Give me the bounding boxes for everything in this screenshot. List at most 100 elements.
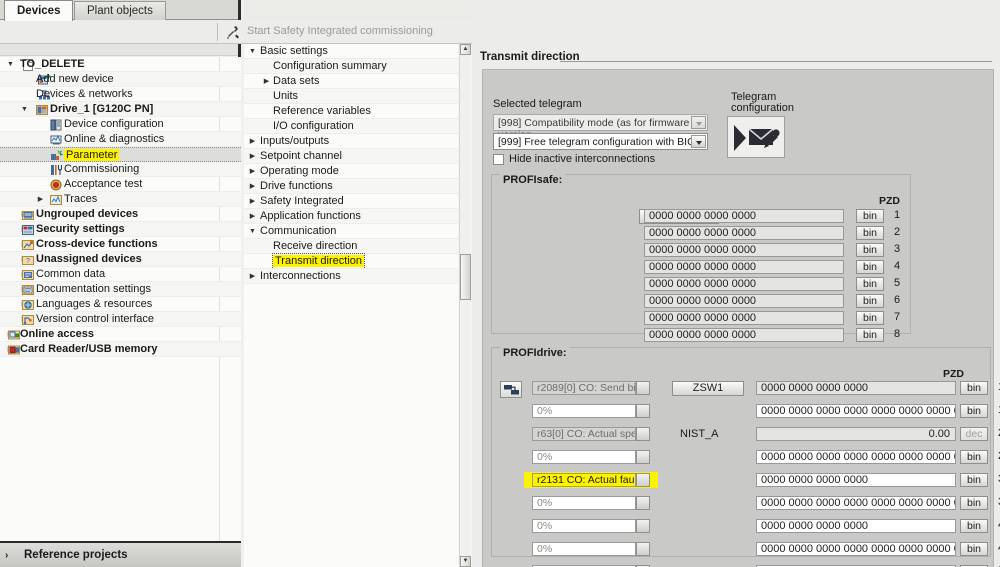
nav-item-basic-settings[interactable]: ▼ Basic settings (244, 44, 458, 59)
profidrive-value-field[interactable]: 0000 0000 0000 0000 (756, 519, 956, 533)
profidrive-value-field[interactable]: 0000 0000 0000 0000 0000 0000 0000 0000 (756, 450, 956, 464)
nav-item-interconnections[interactable]: ▶ Interconnections (244, 269, 458, 284)
profidrive-source-browse-button[interactable] (636, 519, 650, 533)
chevron-right-icon[interactable]: ▶ (248, 134, 257, 150)
parameter-nav-list[interactable]: ▼ Basic settings Configuration summary ▶ Dat… (244, 44, 458, 567)
profisafe-value-field[interactable]: 0000 0000 0000 0000 (644, 260, 844, 274)
profidrive-signal-button[interactable]: ZSW1 (672, 381, 744, 396)
tree-item-parameter[interactable]: Parameter (0, 147, 241, 162)
tree-item-device-configuration[interactable]: Device configuration (0, 117, 241, 132)
profidrive-format-button[interactable]: bin (960, 381, 988, 395)
profidrive-source-browse-button[interactable] (636, 404, 650, 418)
chevron-down-icon[interactable]: ▼ (6, 57, 15, 72)
profidrive-source-field[interactable]: 0% (532, 450, 636, 464)
tree-item-commissioning[interactable]: Commissioning (0, 162, 241, 177)
profidrive-source-browse-button[interactable] (636, 427, 650, 441)
nav-item-transmit-direction[interactable]: Transmit direction (244, 253, 458, 270)
profidrive-source-browse-button[interactable] (636, 450, 650, 464)
profidrive-format-button[interactable]: bin (960, 519, 988, 533)
tree-item-traces[interactable]: ▶ Traces (0, 192, 241, 207)
profidrive-source-field[interactable]: r63[0] CO: Actual spe (532, 427, 636, 441)
nav-item-inputs-outputs[interactable]: ▶ Inputs/outputs (244, 134, 458, 149)
tree-item-version-control-interface[interactable]: ▶Version control interface (0, 312, 241, 327)
nav-item-operating-mode[interactable]: ▶ Operating mode (244, 164, 458, 179)
telegram-combo-compatibility-arrow-icon[interactable] (691, 116, 706, 129)
chevron-down-icon[interactable]: ▼ (248, 224, 257, 240)
chevron-down-icon[interactable]: ▼ (248, 44, 257, 60)
profidrive-format-button[interactable]: bin (960, 542, 988, 556)
profisafe-format-button[interactable]: bin (856, 294, 884, 308)
chevron-right-icon[interactable]: ▶ (248, 179, 257, 195)
nav-item-setpoint-channel[interactable]: ▶ Setpoint channel (244, 149, 458, 164)
nav-item-receive-direction[interactable]: Receive direction (244, 239, 458, 254)
profisafe-format-button[interactable]: bin (856, 328, 884, 342)
tree-item-drive-1-g120c-pn[interactable]: ▼ Drive_1 [G120C PN] (0, 102, 241, 117)
profidrive-source-browse-button[interactable] (636, 381, 650, 395)
profisafe-format-button[interactable]: bin (856, 226, 884, 240)
profisafe-value-field[interactable]: 0000 0000 0000 0000 (644, 209, 844, 223)
telegram-combo-free-config[interactable]: [999] Free telegram configuration with B… (493, 133, 708, 150)
profidrive-source-browse-button[interactable] (636, 496, 650, 510)
nav-item-reference-variables[interactable]: Reference variables (244, 104, 458, 119)
profisafe-format-button[interactable]: bin (856, 209, 884, 223)
nav-scroll-up-button[interactable]: ▲ (460, 44, 471, 55)
profidrive-source-field[interactable]: 0% (532, 542, 636, 556)
profidrive-value-field[interactable]: 0000 0000 0000 0000 0000 0000 0000 0000 (756, 496, 956, 510)
nav-item-data-sets[interactable]: ▶ Data sets (244, 74, 458, 89)
tab-devices[interactable]: Devices (4, 0, 74, 21)
nav-item-configuration-summary[interactable]: Configuration summary (244, 59, 458, 74)
nav-item-application-functions[interactable]: ▶ Application functions (244, 209, 458, 224)
tab-plant-objects[interactable]: Plant objects (74, 1, 166, 20)
profidrive-value-field[interactable]: 0.00 (756, 427, 956, 441)
tree-item-devices-networks[interactable]: Devices & networks (0, 87, 241, 102)
tree-item-add-new-device[interactable]: Add new device (0, 72, 241, 87)
nav-item-safety-integrated[interactable]: ▶ Safety Integrated (244, 194, 458, 209)
telegram-configuration-button[interactable] (727, 116, 785, 158)
profisafe-format-button[interactable]: bin (856, 243, 884, 257)
profidrive-source-field[interactable]: 0% (532, 404, 636, 418)
tree-item-ungrouped-devices[interactable]: ▶Ungrouped devices (0, 207, 241, 222)
profidrive-format-button[interactable]: bin (960, 473, 988, 487)
profidrive-value-field[interactable]: 0000 0000 0000 0000 (756, 473, 956, 487)
profisafe-format-button[interactable]: bin (856, 277, 884, 291)
profisafe-value-field[interactable]: 0000 0000 0000 0000 (644, 294, 844, 308)
tree-item-acceptance-test[interactable]: Acceptance test (0, 177, 241, 192)
profidrive-source-browse-button[interactable] (636, 473, 650, 487)
safety-commissioning-label[interactable]: Start Safety Integrated commissioning (247, 25, 433, 37)
profidrive-value-field[interactable]: 0000 0000 0000 0000 0000 0000 0000 0000 (756, 542, 956, 556)
tree-item-common-data[interactable]: ▶Common data (0, 267, 241, 282)
tree-item-documentation-settings[interactable]: ▶Documentation settings (0, 282, 241, 297)
bico-interconnection-icon[interactable] (500, 381, 522, 398)
profidrive-value-field[interactable]: 0000 0000 0000 0000 (756, 381, 956, 395)
chevron-right-icon[interactable]: ▶ (248, 149, 257, 165)
profisafe-value-field[interactable]: 0000 0000 0000 0000 (644, 243, 844, 257)
profidrive-format-button[interactable]: bin (960, 450, 988, 464)
profisafe-format-button[interactable]: bin (856, 311, 884, 325)
tree-item-security-settings[interactable]: ▶Security settings (0, 222, 241, 237)
profisafe-format-button[interactable]: bin (856, 260, 884, 274)
nav-item-communication[interactable]: ▼ Communication (244, 224, 458, 239)
hide-inactive-interconnections-checkbox[interactable] (493, 154, 504, 165)
nav-scroll-thumb[interactable] (460, 254, 471, 300)
profisafe-value-field[interactable]: 0000 0000 0000 0000 (644, 311, 844, 325)
profisafe-value-field[interactable]: 0000 0000 0000 0000 (644, 328, 844, 342)
nav-scrollbar[interactable]: ▲ ▼ (459, 44, 471, 567)
profidrive-format-button[interactable]: dec (960, 427, 988, 441)
chevron-right-icon[interactable]: ▶ (262, 74, 271, 90)
telegram-combo-compatibility[interactable]: [998] Compatibility mode (as for firmwar… (493, 114, 708, 141)
profidrive-source-field[interactable]: r2131 CO: Actual fault (532, 473, 636, 487)
profidrive-format-button[interactable]: bin (960, 404, 988, 418)
tree-item-online-diagnostics[interactable]: Online & diagnostics (0, 132, 241, 147)
chevron-right-icon[interactable]: ▶ (248, 209, 257, 225)
nav-item-i-o-configuration[interactable]: I/O configuration (244, 119, 458, 134)
profidrive-source-field[interactable]: r2089[0] CO: Send bi (532, 381, 636, 395)
tree-item-online-access[interactable]: ▶Online access (0, 327, 241, 342)
project-tree[interactable]: ▼ TO_DELETE Add new device Devices & networ… (0, 57, 241, 541)
reference-projects-expand-icon[interactable]: › (5, 550, 8, 561)
tree-item-to-delete[interactable]: ▼ TO_DELETE (0, 57, 241, 72)
profidrive-source-field[interactable]: 0% (532, 496, 636, 510)
profidrive-format-button[interactable]: bin (960, 496, 988, 510)
tree-item-unassigned-devices[interactable]: ▶?Unassigned devices (0, 252, 241, 267)
chevron-down-icon[interactable]: ▼ (20, 102, 29, 117)
tree-item-cross-device-functions[interactable]: ▶Cross-device functions (0, 237, 241, 252)
